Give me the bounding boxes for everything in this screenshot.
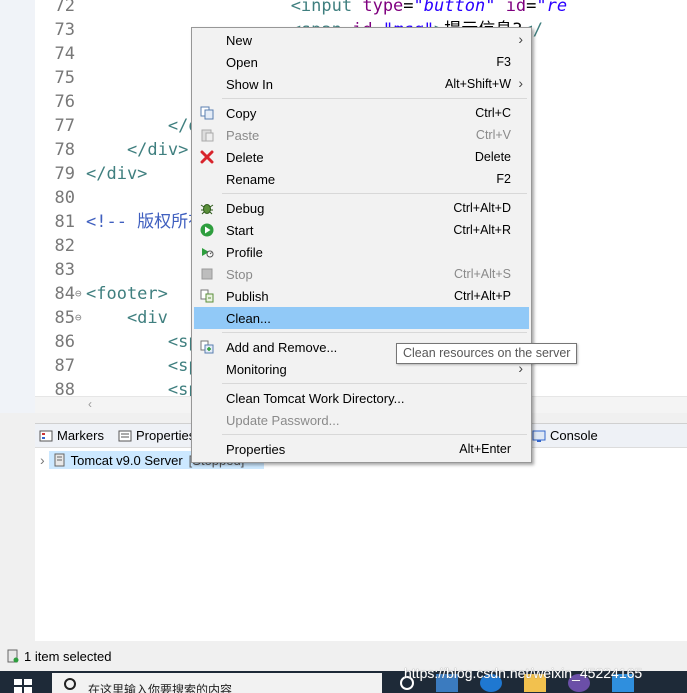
submenu-arrow-icon: › [518,75,523,91]
windows-start-icon[interactable] [14,679,32,693]
code-token: "re [536,0,568,16]
console-icon [532,430,546,442]
code-text: <div [86,306,168,330]
menu-separator [222,193,527,194]
expand-chevron-icon[interactable]: › [40,452,45,468]
stop-icon [201,268,213,280]
tomcat-server-icon [54,453,65,467]
line-number: 77 [54,116,75,136]
menu-item-profile[interactable]: Profile [194,241,529,263]
code-text: </div> [86,162,147,186]
code-token: id [505,0,527,16]
menu-separator [222,434,527,435]
menu-item-clean-tomcat-work-directory[interactable]: Clean Tomcat Work Directory... [194,387,529,409]
line-number: 79 [54,164,75,184]
menu-item-properties[interactable]: Properties Alt+Enter [194,438,529,460]
line-number: 87 [54,356,75,376]
line-number: 75 [54,68,75,88]
code-token: </div> [86,164,148,184]
code-token: = [403,0,414,16]
menu-item-stop[interactable]: Stop Ctrl+Alt+S [194,263,529,285]
tab-console[interactable]: Console [532,428,598,443]
menu-item-debug[interactable]: Debug Ctrl+Alt+D [194,197,529,219]
publish-icon [200,289,214,303]
properties-icon [118,430,132,441]
fold-toggle-icon[interactable]: ⊖ [75,282,82,306]
clean-tooltip: Clean resources on the server [396,343,578,364]
search-placeholder: 在这里输入你要搜索的内容 [88,683,233,693]
scroll-left-arrow-icon[interactable]: ‹ [88,397,92,411]
paste-icon [201,129,214,142]
tab-properties[interactable]: Properties [118,428,195,443]
code-token: <footer> [86,284,168,304]
menu-item-publish[interactable]: Publish Ctrl+Alt+P [194,285,529,307]
editor-left-margin [0,0,35,413]
line-number: 74 [54,44,75,64]
code-text: <input type="button" id="re [86,0,567,18]
menu-item-copy[interactable]: Copy Ctrl+C [194,102,529,124]
menu-item-clean[interactable]: Clean... [194,307,529,329]
status-bar: 1 item selected [0,645,687,667]
search-icon [64,678,76,690]
menu-item-start[interactable]: Start Ctrl+Alt+R [194,219,529,241]
menu-item-new[interactable]: New › [194,29,529,51]
menu-separator [222,383,527,384]
menu-item-update-password[interactable]: Update Password... [194,409,529,431]
server-context-menu: New › Open F3 Show In Alt+Shift+W › Copy… [191,27,532,463]
line-number: 81 [54,212,75,232]
markers-icon [39,430,53,441]
code-line[interactable]: 72 <input type="button" id="re [35,0,687,18]
fold-toggle-icon[interactable]: ⊖ [75,306,82,330]
line-number: 72 [54,0,75,16]
menu-item-open[interactable]: Open F3 [194,51,529,73]
menu-separator [222,332,527,333]
profile-icon [202,248,214,258]
code-token: = [526,0,537,16]
tab-markers[interactable]: Markers [39,428,104,443]
code-token: </div> [86,140,189,160]
line-number: 83 [54,260,75,280]
menu-item-show-in[interactable]: Show In Alt+Shift+W › [194,73,529,95]
delete-icon [200,150,214,164]
code-token: type [362,0,404,16]
taskbar-search-box[interactable]: 在这里输入你要搜索的内容 [52,673,382,693]
menu-item-rename[interactable]: Rename F2 [194,168,529,190]
menu-item-delete[interactable]: Delete Delete [194,146,529,168]
menu-separator [222,98,527,99]
code-token: <input [86,0,363,16]
debug-icon [200,204,214,215]
line-number: 73 [54,20,75,40]
line-number: 78 [54,140,75,160]
line-number: 82 [54,236,75,256]
start-icon [200,223,214,237]
line-number: 86 [54,332,75,352]
code-text: <footer> [86,282,168,306]
server-label: Tomcat v9.0 Server [70,452,183,468]
copy-icon [200,106,214,120]
menu-item-paste[interactable]: Paste Ctrl+V [194,124,529,146]
watermark: https://blog.csdn.net/weixin_45224165 [404,665,643,681]
code-token: "button" [413,0,496,16]
line-number: 76 [54,92,75,112]
line-number: 84 [54,284,75,304]
code-token: <div [86,308,168,328]
line-number: 85 [54,308,75,328]
status-text: 1 item selected [24,648,112,664]
line-number: 80 [54,188,75,208]
code-text: </div> [86,138,188,162]
submenu-arrow-icon: › [518,31,523,47]
add-remove-icon [200,340,214,354]
server-status-icon [7,649,19,663]
